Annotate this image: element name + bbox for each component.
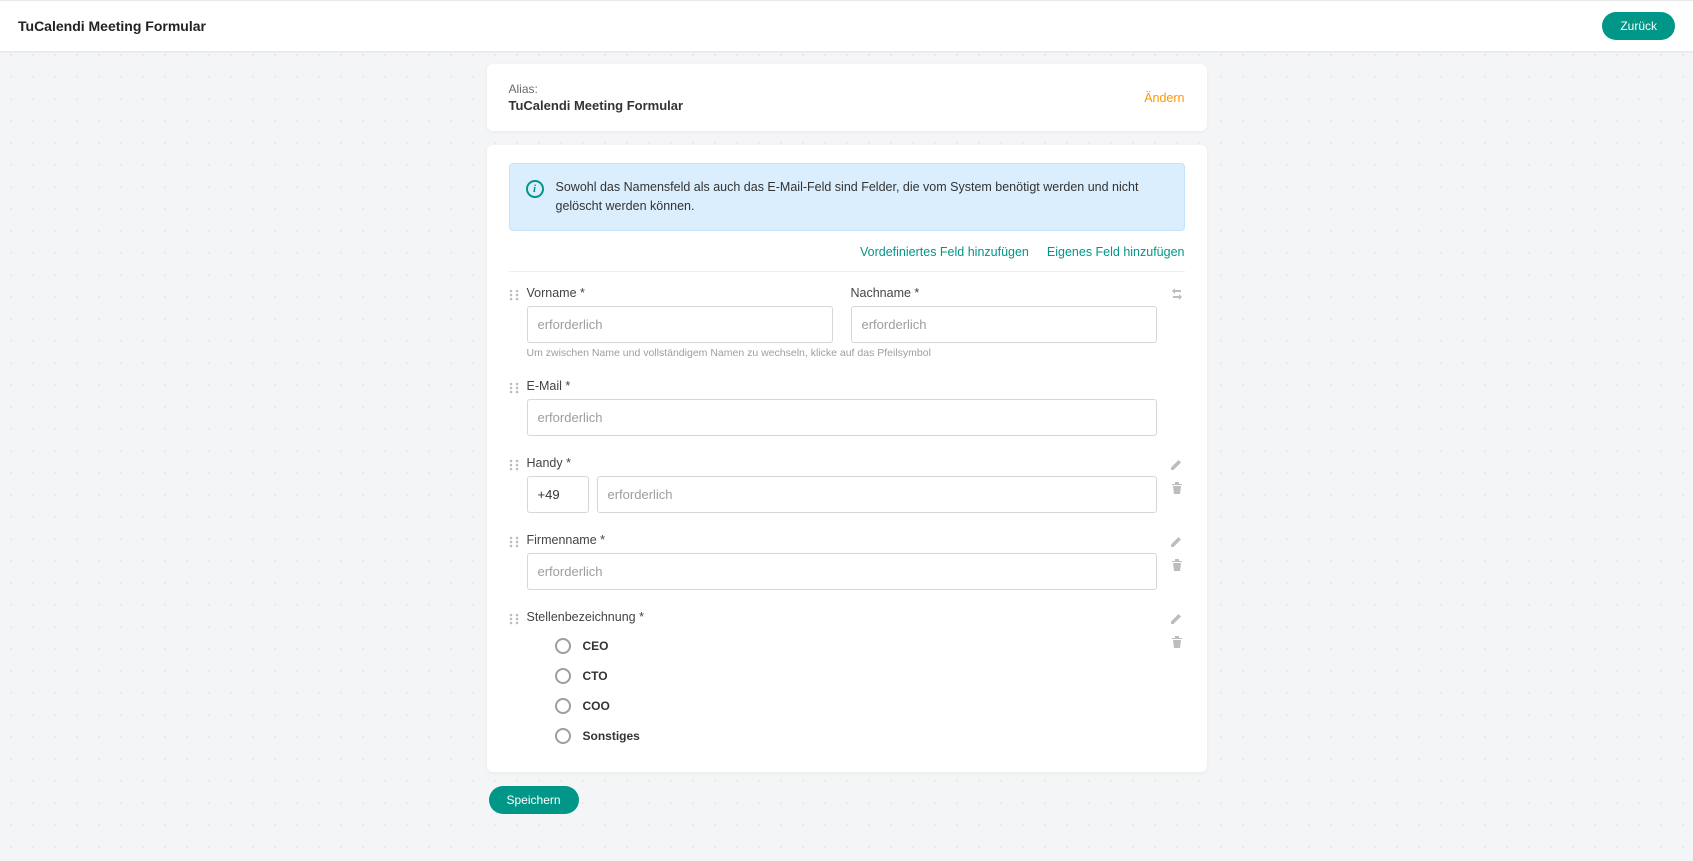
field-action-links: Vordefiniertes Feld hinzufügen Eigenes F… [509, 245, 1185, 272]
radio-label: COO [583, 699, 610, 713]
info-icon [526, 180, 544, 198]
add-predefined-link[interactable]: Vordefiniertes Feld hinzufügen [860, 245, 1029, 259]
page-title: TuCalendi Meeting Formular [18, 18, 206, 34]
radio-option[interactable]: Sonstiges [555, 728, 1157, 744]
company-label: Firmenname * [527, 533, 1157, 547]
field-name: Vorname * Nachname * Um zwischen Name un… [509, 276, 1185, 369]
add-custom-link[interactable]: Eigenes Feld hinzufügen [1047, 245, 1185, 259]
lastname-label: Nachname * [851, 286, 1157, 300]
radio-icon [555, 638, 571, 654]
delete-icon[interactable] [1169, 557, 1185, 573]
back-button[interactable]: Zurück [1602, 12, 1675, 40]
firstname-label: Vorname * [527, 286, 833, 300]
jobtitle-label: Stellenbezeichnung * [527, 610, 1157, 624]
radio-icon [555, 698, 571, 714]
form-card: Sowohl das Namensfeld als auch das E-Mai… [487, 145, 1207, 772]
drag-handle-icon[interactable] [507, 458, 521, 472]
info-box: Sowohl das Namensfeld als auch das E-Mai… [509, 163, 1185, 231]
email-label: E-Mail * [527, 379, 1157, 393]
alias-change-link[interactable]: Ändern [1144, 91, 1184, 105]
radio-option[interactable]: CEO [555, 638, 1157, 654]
alias-card: Alias: TuCalendi Meeting Formular Ändern [487, 64, 1207, 131]
radio-label: CEO [583, 639, 609, 653]
radio-option[interactable]: COO [555, 698, 1157, 714]
firstname-input[interactable] [527, 306, 833, 343]
company-input[interactable] [527, 553, 1157, 590]
country-code-select[interactable]: +49 [527, 476, 589, 513]
radio-option[interactable]: CTO [555, 668, 1157, 684]
field-email: E-Mail * [509, 369, 1185, 446]
phone-input[interactable] [597, 476, 1157, 513]
edit-icon[interactable] [1169, 610, 1185, 626]
swap-name-icon[interactable] [1169, 286, 1185, 302]
drag-handle-icon[interactable] [507, 288, 521, 302]
name-hint: Um zwischen Name und vollständigem Namen… [527, 347, 1157, 359]
drag-handle-icon[interactable] [507, 381, 521, 395]
radio-icon [555, 728, 571, 744]
edit-icon[interactable] [1169, 533, 1185, 549]
delete-icon[interactable] [1169, 634, 1185, 650]
email-input[interactable] [527, 399, 1157, 436]
radio-label: CTO [583, 669, 608, 683]
alias-label: Alias: [509, 82, 684, 96]
phone-label: Handy * [527, 456, 1157, 470]
delete-icon[interactable] [1169, 480, 1185, 496]
alias-value: TuCalendi Meeting Formular [509, 98, 684, 113]
edit-icon[interactable] [1169, 456, 1185, 472]
lastname-input[interactable] [851, 306, 1157, 343]
drag-handle-icon[interactable] [507, 612, 521, 626]
drag-handle-icon[interactable] [507, 535, 521, 549]
info-text: Sowohl das Namensfeld als auch das E-Mai… [556, 178, 1168, 216]
save-button[interactable]: Speichern [489, 786, 579, 814]
top-bar: TuCalendi Meeting Formular Zurück [0, 0, 1693, 52]
radio-label: Sonstiges [583, 729, 640, 743]
field-jobtitle: Stellenbezeichnung * CEO CTO COO Sonstig… [509, 600, 1185, 754]
radio-icon [555, 668, 571, 684]
field-phone: Handy * +49 [509, 446, 1185, 523]
field-company: Firmenname * [509, 523, 1185, 600]
